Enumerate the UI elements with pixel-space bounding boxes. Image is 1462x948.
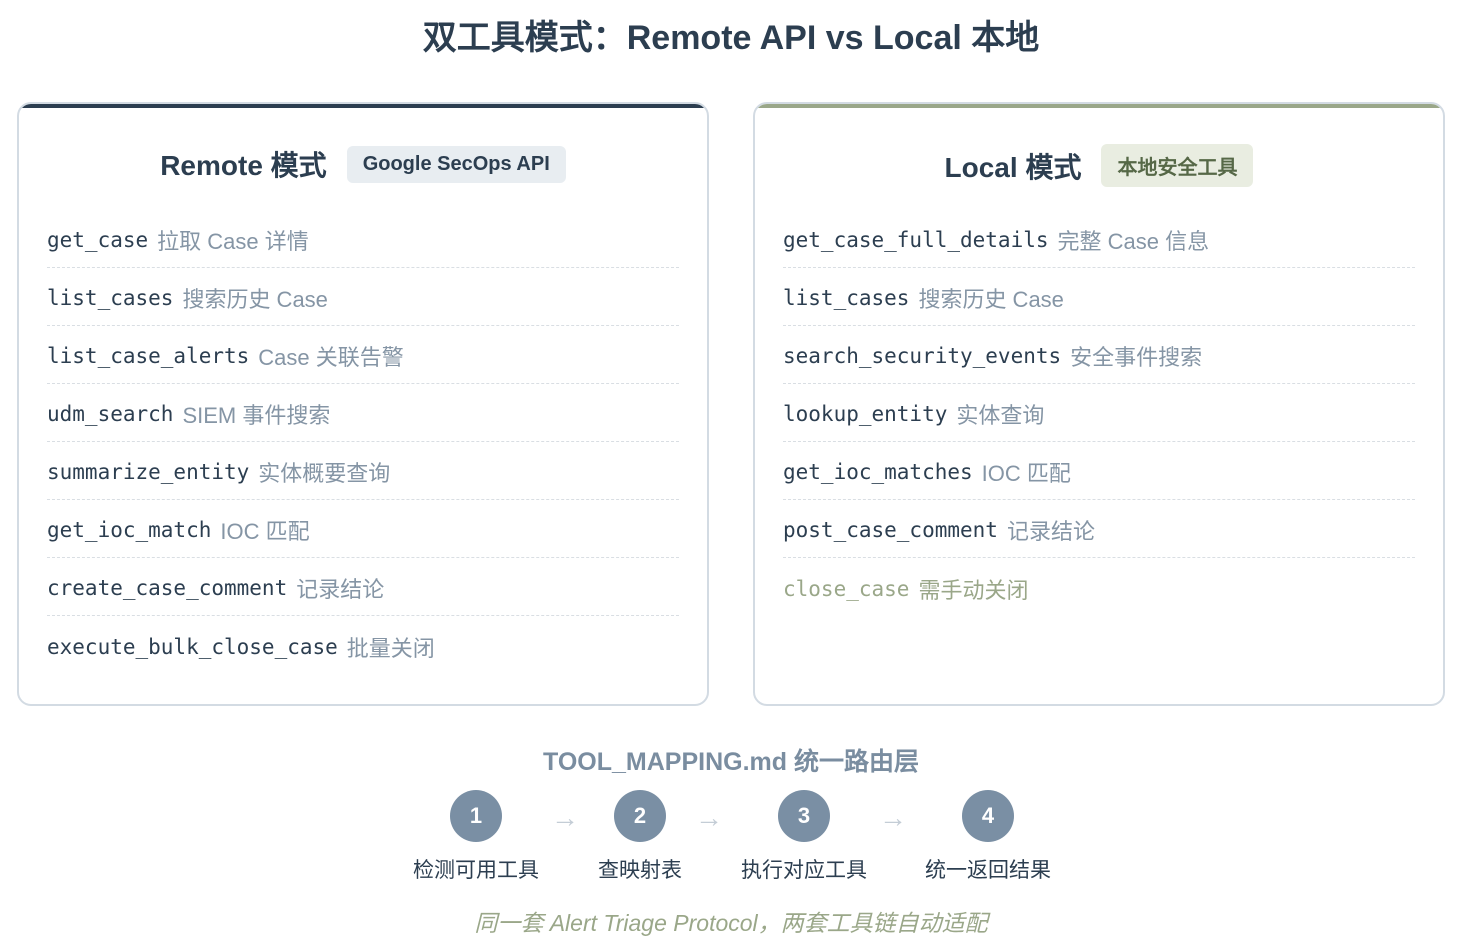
local-card-title: Local 模式: [944, 151, 1082, 183]
list-item: close_case 需手动关闭: [783, 559, 1415, 616]
tool-desc: Case 关联告警: [258, 345, 404, 370]
tool-desc: IOC 匹配: [981, 461, 1071, 486]
step-4: 4 统一返回结果: [908, 790, 1068, 884]
tool-desc: 需手动关闭: [918, 577, 1029, 603]
mapping-title: TOOL_MAPPING.md 统一路由层: [543, 748, 919, 776]
list-item: search_security_events 安全事件搜索: [783, 327, 1415, 384]
step-label: 执行对应工具: [741, 859, 867, 882]
list-item: list_cases 搜索历史 Case: [783, 269, 1415, 326]
tool-desc: 安全事件搜索: [1070, 345, 1203, 370]
tool-desc: 完整 Case 信息: [1057, 229, 1210, 254]
tool-desc: SIEM 事件搜索: [182, 403, 331, 428]
tool-name: list_cases: [47, 286, 174, 310]
tool-name: post_case_comment: [783, 518, 998, 542]
list-item: get_case_full_details 完整 Case 信息: [783, 211, 1415, 268]
tool-desc: 记录结论: [296, 577, 385, 602]
page-title: 双工具模式：Remote API vs Local 本地: [422, 19, 1040, 57]
tool-name: summarize_entity: [47, 460, 250, 484]
tool-name: get_ioc_match: [47, 518, 212, 542]
step-3: 3 执行对应工具: [724, 790, 884, 884]
arrow-right-icon: →: [695, 802, 723, 833]
tool-desc: 搜索历史 Case: [182, 287, 328, 312]
list-item: list_cases 搜索历史 Case: [47, 269, 679, 326]
tool-name: get_case: [47, 228, 149, 252]
list-item: get_case 拉取 Case 详情: [47, 211, 679, 268]
tool-desc: IOC 匹配: [220, 519, 310, 544]
tool-desc: 实体查询: [956, 403, 1045, 428]
tool-desc: 记录结论: [1006, 519, 1095, 544]
tool-name: close_case: [783, 576, 910, 601]
list-item: execute_bulk_close_case 批量关闭: [47, 617, 679, 674]
arrow-right-icon: →: [879, 802, 907, 833]
list-item: create_case_comment 记录结论: [47, 559, 679, 616]
tool-desc: 批量关闭: [346, 635, 435, 661]
tool-desc: 搜索历史 Case: [918, 287, 1064, 312]
remote-tool-list: get_case 拉取 Case 详情 list_cases 搜索历史 Case l…: [47, 211, 679, 675]
remote-mode-card: Remote 模式 Google SecOps API get_case 拉取 C…: [17, 102, 709, 706]
list-item: post_case_comment 记录结论: [783, 501, 1415, 558]
remote-card-title: Remote 模式: [160, 150, 327, 181]
list-item: get_ioc_matches IOC 匹配: [783, 443, 1415, 500]
step-1: 1 检测可用工具: [396, 790, 556, 884]
tool-name: get_case_full_details: [783, 228, 1049, 252]
tool-name: list_case_alerts: [47, 344, 250, 368]
step-label: 统一返回结果: [925, 859, 1051, 882]
list-item: lookup_entity 实体查询: [783, 385, 1415, 442]
mapping-steps: 1 检测可用工具 → 2 查映射表 → 3 执行对应工具 → 4 统一返回结果: [0, 790, 1462, 890]
tool-desc: 实体概要查询: [258, 461, 391, 486]
tool-name: execute_bulk_close_case: [47, 634, 338, 659]
tool-name: udm_search: [47, 402, 174, 426]
list-item: list_case_alerts Case 关联告警: [47, 327, 679, 384]
tool-desc: 拉取 Case 详情: [157, 229, 309, 254]
step-number: 1: [450, 790, 502, 842]
footer-note: 同一套 Alert Triage Protocol，两套工具链自动适配: [474, 910, 988, 936]
step-label: 检测可用工具: [413, 859, 539, 882]
local-card-header: Local 模式 本地安全工具: [755, 144, 1443, 187]
list-item: get_ioc_match IOC 匹配: [47, 501, 679, 558]
local-mode-card: Local 模式 本地安全工具 get_case_full_details 完整 …: [753, 102, 1445, 706]
tool-name: lookup_entity: [783, 402, 948, 426]
list-item: udm_search SIEM 事件搜索: [47, 385, 679, 442]
list-item: summarize_entity 实体概要查询: [47, 443, 679, 500]
local-tool-list: get_case_full_details 完整 Case 信息 list_cas…: [783, 211, 1415, 617]
tool-name: get_ioc_matches: [783, 460, 973, 484]
tool-name: search_security_events: [783, 344, 1062, 368]
tool-name: create_case_comment: [47, 576, 288, 600]
remote-card-badge: Google SecOps API: [346, 145, 566, 183]
step-number: 2: [614, 790, 666, 842]
step-number: 4: [962, 790, 1014, 842]
local-card-badge: 本地安全工具: [1101, 144, 1254, 187]
tool-name: list_cases: [783, 286, 910, 310]
remote-card-header: Remote 模式 Google SecOps API: [19, 144, 707, 184]
step-number: 3: [778, 790, 830, 842]
step-label: 查映射表: [598, 859, 682, 882]
